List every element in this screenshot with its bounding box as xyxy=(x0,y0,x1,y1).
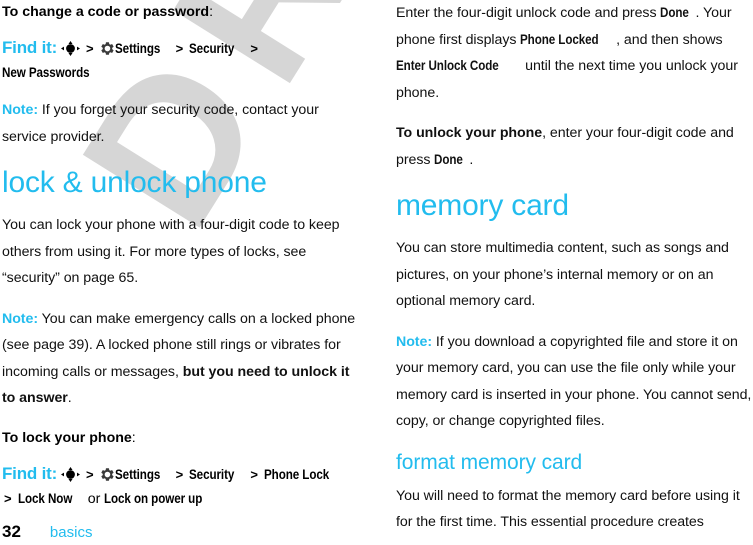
path-or-text: or xyxy=(87,490,105,507)
path-separator-4: > xyxy=(85,466,94,482)
note-emergency-calls: Note: You can make emergency calls on a … xyxy=(2,306,358,412)
gear-icon-2 xyxy=(100,466,115,481)
subsection-heading-format-memory-card: format memory card xyxy=(396,450,583,474)
lead-change-code-text: To change a code or password xyxy=(2,4,210,20)
note-text: If you forget your security code, contac… xyxy=(2,102,319,145)
path-separator: > xyxy=(85,41,94,56)
note-label: Note: xyxy=(2,102,39,118)
right-column: Enter the four-digit unlock code and pre… xyxy=(396,0,752,545)
lead-lock-your-phone-text: To lock your phone xyxy=(2,429,132,446)
left-column: To change a code or password: Find it: >… xyxy=(2,0,358,523)
find-it-line-2: Find it: > Settings > Security > Phone L… xyxy=(2,462,358,511)
lead-lock-your-phone-punct: : xyxy=(131,429,136,446)
path-item-lock-on-power-up: Lock on power up xyxy=(104,490,203,507)
paragraph-lock-phone-intro: You can lock your phone with a four-digi… xyxy=(2,217,340,286)
find-it-label-2: Find it: xyxy=(2,463,58,483)
note-copyright-text: If you download a copyrighted file and s… xyxy=(396,333,752,430)
paragraph-to-unlock-your-phone: To unlock your phone, enter your four-di… xyxy=(396,120,752,173)
note-label-2: Note: xyxy=(2,310,39,327)
note-security-code: Note: If you forget your security code, … xyxy=(2,97,358,150)
chapter-name: basics xyxy=(49,524,93,541)
lead-change-code: To change a code or password: xyxy=(2,0,358,24)
ui-string-done-2: Done xyxy=(434,151,464,168)
section-heading-lock-unlock-phone: lock & unlock phone xyxy=(2,166,267,199)
ui-string-phone-locked: Phone Locked xyxy=(520,31,599,48)
path-separator-6: > xyxy=(250,466,258,482)
path-item-lock-now: Lock Now xyxy=(17,490,72,507)
navigation-key-icon-2 xyxy=(61,466,80,482)
unlock-phone-bold: To unlock your phone xyxy=(396,125,543,141)
lead-change-code-punct: : xyxy=(209,4,214,20)
path-separator-7: > xyxy=(4,490,12,506)
enter-code-text-3: , and then shows xyxy=(616,31,723,48)
path-item-settings-2: Settings xyxy=(114,466,160,483)
note-text-part2: . xyxy=(67,390,72,406)
find-it-label: Find it: xyxy=(2,38,58,57)
ui-string-enter-unlock-code: Enter Unlock Code xyxy=(396,58,499,74)
section-heading-memory-card: memory card xyxy=(396,189,569,222)
paragraph-store-multimedia: You can store multimedia content, such a… xyxy=(396,240,729,309)
page-footer: 32 basics xyxy=(2,522,92,542)
path-item-new-passwords: New Passwords xyxy=(2,65,90,81)
manual-page: DRAFT To change a code or password: Find… xyxy=(0,0,753,545)
path-separator-5: > xyxy=(175,466,184,482)
page-number: 32 xyxy=(2,522,21,541)
path-separator-2: > xyxy=(175,41,184,56)
note-copyrighted-files: Note: If you download a copyrighted file… xyxy=(396,329,752,435)
navigation-key-icon xyxy=(61,40,80,56)
find-it-line-1: Find it: > Settings > Security > New Pas… xyxy=(2,36,358,85)
path-item-security: Security xyxy=(189,41,235,57)
paragraph-format-card: You will need to format the memory card … xyxy=(396,487,740,531)
lead-lock-your-phone: To lock your phone: xyxy=(2,426,358,450)
ui-string-done: Done xyxy=(660,5,690,21)
path-item-security-2: Security xyxy=(189,466,235,483)
gear-icon xyxy=(100,40,115,55)
paragraph-enter-unlock-code: Enter the four-digit unlock code and pre… xyxy=(396,0,752,106)
enter-code-text-1: Enter the four-digit unlock code and pre… xyxy=(396,5,661,21)
note-label-3: Note: xyxy=(396,333,433,350)
unlock-phone-text-2: . xyxy=(469,151,474,168)
path-item-settings: Settings xyxy=(114,41,160,57)
path-separator-3: > xyxy=(250,41,258,56)
path-item-phone-lock: Phone Lock xyxy=(263,466,330,483)
